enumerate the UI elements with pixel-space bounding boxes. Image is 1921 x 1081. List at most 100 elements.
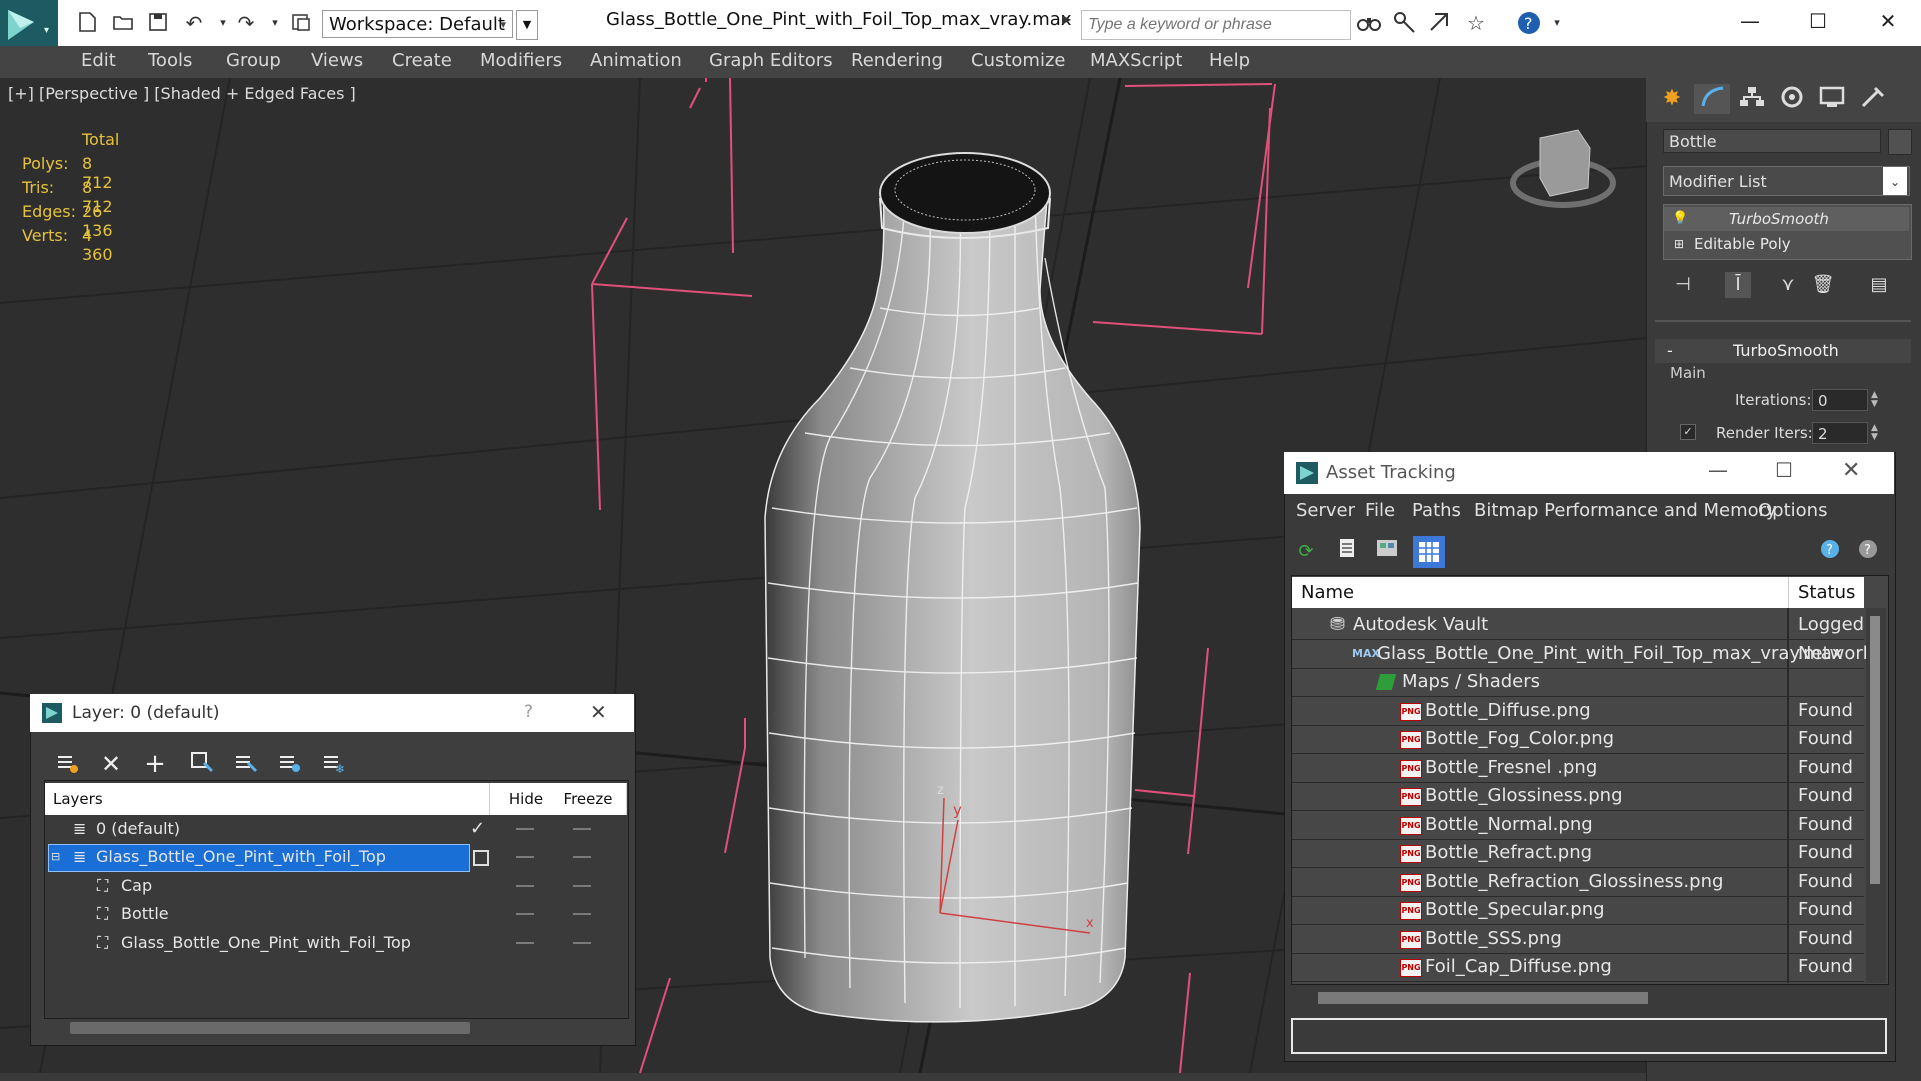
hide-toggle[interactable] <box>516 885 534 887</box>
asset-row[interactable]: PNG Bottle_Refraction_Glossiness.png Fou… <box>1292 868 1864 897</box>
menu-animation[interactable]: Animation <box>590 50 682 71</box>
menu-group[interactable]: Group <box>226 50 281 71</box>
layer-row[interactable]: ≣ 0 (default) ✓ <box>45 815 627 843</box>
asset-maximize-button[interactable]: ☐ <box>1775 458 1793 482</box>
asset-row[interactable]: PNG Bottle_Normal.png Found <box>1292 811 1864 840</box>
lightbulb-icon[interactable]: 💡 <box>1672 207 1688 231</box>
menu-graph-editors[interactable]: Graph Editors <box>709 50 833 71</box>
highlight-layer-icon[interactable] <box>230 749 260 779</box>
show-end-result-icon[interactable]: Ī <box>1725 272 1751 298</box>
menu-edit[interactable]: Edit <box>81 50 116 71</box>
asset-row[interactable]: PNG Bottle_Refract.png Found <box>1292 839 1864 868</box>
turbosmooth-rollout-header[interactable]: - TurboSmooth <box>1655 339 1911 363</box>
layer-dialog-titlebar[interactable]: Layer: 0 (default) ? ✕ <box>30 694 634 732</box>
render-iters-checkbox[interactable]: ✓ <box>1680 424 1696 440</box>
display-tab-icon[interactable] <box>1814 84 1850 114</box>
redo-icon[interactable]: ↷ <box>233 10 259 36</box>
delete-layer-icon[interactable]: ✕ <box>96 749 126 779</box>
hide-toggle[interactable] <box>516 856 534 858</box>
table-view-icon[interactable] <box>1413 536 1445 568</box>
asset-close-button[interactable]: ✕ <box>1842 458 1860 483</box>
key-icon[interactable] <box>1392 10 1418 36</box>
freeze-toggle[interactable] <box>573 885 591 887</box>
search-input[interactable] <box>1081 10 1351 40</box>
select-objects-icon[interactable] <box>186 749 216 779</box>
iterations-spinner[interactable]: 0 <box>1812 389 1868 411</box>
spinner-arrows-icon[interactable]: ▲ ▼ <box>1871 391 1878 409</box>
modify-tab-icon[interactable] <box>1694 84 1730 114</box>
menu-maxscript[interactable]: MAXScript <box>1090 50 1182 71</box>
remove-modifier-icon[interactable]: 🗑 <box>1810 272 1836 298</box>
freeze-all-layers-icon[interactable]: ❄ <box>318 749 348 779</box>
make-unique-icon[interactable]: ⋎ <box>1775 272 1801 298</box>
minimize-button[interactable]: — <box>1730 6 1770 36</box>
utilities-tab-icon[interactable] <box>1854 84 1890 114</box>
vault-help-disabled-icon[interactable]: ? <box>1854 537 1884 567</box>
menu-customize[interactable]: Customize <box>971 50 1065 71</box>
current-layer-check-icon[interactable]: ✓ <box>470 815 485 843</box>
communication-center-icon[interactable] <box>1427 10 1453 36</box>
expand-plus-icon[interactable]: ⊞ <box>1674 232 1684 256</box>
asset-row[interactable]: Maps / Shaders <box>1292 668 1864 697</box>
vault-help-icon[interactable]: ? <box>1816 537 1846 567</box>
asset-row[interactable]: MAX Glass_Bottle_One_Pint_with_Foil_Top_… <box>1292 640 1873 669</box>
menu-help[interactable]: Help <box>1209 50 1250 71</box>
make-current-box-icon[interactable] <box>473 850 489 866</box>
pin-stack-icon[interactable]: ⊣ <box>1670 272 1696 298</box>
stack-item-turbosmooth[interactable]: 💡 TurboSmooth <box>1664 207 1909 231</box>
column-header-hide[interactable]: Hide <box>502 783 551 815</box>
motion-tab-icon[interactable] <box>1774 84 1810 114</box>
open-folder-icon[interactable] <box>110 10 136 36</box>
render-iters-spinner[interactable]: 2 <box>1812 422 1868 444</box>
configure-modifier-sets-icon[interactable]: ▤ <box>1866 272 1892 298</box>
layer-object-row[interactable]: ⛶ Glass_Bottle_One_Pint_with_Foil_Top <box>45 929 627 957</box>
layer-object-row[interactable]: ⛶ Bottle <box>45 900 627 928</box>
hierarchy-tab-icon[interactable] <box>1734 84 1770 114</box>
asset-tracking-titlebar[interactable]: Asset Tracking — ☐ ✕ <box>1284 452 1894 494</box>
asset-path-field[interactable] <box>1291 1018 1887 1054</box>
asset-horizontal-scrollbar[interactable] <box>1318 992 1648 1004</box>
workspace-menu-arrow[interactable]: ▼ <box>516 10 538 40</box>
layer-horizontal-scrollbar[interactable] <box>70 1022 470 1034</box>
column-header-freeze[interactable]: Freeze <box>550 783 627 815</box>
spinner-arrows-icon[interactable]: ▲ ▼ <box>1871 424 1878 442</box>
freeze-toggle[interactable] <box>573 913 591 915</box>
layer-help-button[interactable]: ? <box>524 702 533 722</box>
hide-toggle[interactable] <box>516 913 534 915</box>
menu-tools[interactable]: Tools <box>148 50 192 71</box>
asset-row[interactable]: PNG Foil_Cap_Diffuse.png Found <box>1292 953 1864 982</box>
maximize-button[interactable]: ☐ <box>1798 6 1838 36</box>
collapse-minus-icon[interactable]: ⊟ <box>51 843 60 871</box>
asset-minimize-button[interactable]: — <box>1708 458 1728 482</box>
search-expand-icon[interactable]: ▶ <box>1062 12 1071 26</box>
undo-icon[interactable]: ↶ <box>181 10 207 36</box>
asset-row[interactable]: PNG Bottle_Glossiness.png Found <box>1292 782 1864 811</box>
redo-dropdown-icon[interactable]: ▾ <box>262 10 288 36</box>
object-name-field[interactable]: Bottle <box>1663 129 1881 153</box>
stack-item-editable-poly[interactable]: ⊞ Editable Poly <box>1664 232 1909 256</box>
asset-row[interactable]: PNG Bottle_SSS.png Found <box>1292 925 1864 954</box>
asset-vertical-scrollbar[interactable] <box>1866 608 1886 983</box>
freeze-toggle[interactable] <box>573 942 591 944</box>
binoculars-icon[interactable] <box>1356 10 1382 36</box>
asset-row[interactable]: PNG Bottle_Diffuse.png Found <box>1292 697 1864 726</box>
asset-row[interactable]: PNG Bottle_Specular.png Found <box>1292 896 1864 925</box>
menu-modifiers[interactable]: Modifiers <box>480 50 562 71</box>
star-icon[interactable]: ☆ <box>1463 10 1489 36</box>
hide-all-layers-icon[interactable] <box>274 749 304 779</box>
scrollbar-thumb[interactable] <box>1870 616 1880 884</box>
hide-toggle[interactable] <box>516 942 534 944</box>
asset-menu-bitmap-performance[interactable]: Bitmap Performance and Memory <box>1474 500 1777 521</box>
asset-menu-paths[interactable]: Paths <box>1412 500 1461 521</box>
help-icon[interactable]: ? <box>1516 10 1542 36</box>
column-header-name[interactable]: Name <box>1292 577 1789 608</box>
asset-menu-file[interactable]: File <box>1365 500 1395 521</box>
menu-create[interactable]: Create <box>392 50 452 71</box>
add-to-layer-icon[interactable]: + <box>140 749 170 779</box>
save-icon[interactable] <box>145 10 171 36</box>
list-view-icon[interactable] <box>1332 537 1362 567</box>
help-dropdown-icon[interactable]: ▾ <box>1544 10 1570 36</box>
object-color-swatch[interactable] <box>1888 129 1912 155</box>
column-header-layers[interactable]: Layers <box>45 783 490 815</box>
asset-row[interactable]: PNG Bottle_Fresnel .png Found <box>1292 754 1864 783</box>
